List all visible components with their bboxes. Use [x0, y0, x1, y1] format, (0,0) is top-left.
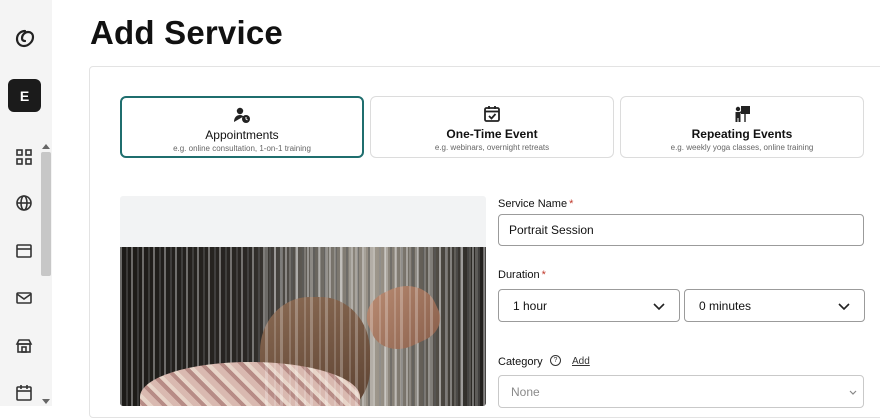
category-select[interactable]: None [498, 375, 864, 408]
chevron-down-icon [849, 390, 857, 395]
avatar-letter: E [19, 87, 30, 104]
left-rail: E [0, 0, 52, 406]
grid-icon[interactable] [13, 146, 35, 168]
service-photo [120, 247, 486, 406]
duration-minutes-select[interactable]: 0 minutes [684, 289, 865, 322]
scroll-up-arrow-icon[interactable] [42, 144, 50, 149]
category-label: Category [498, 356, 543, 368]
chevron-down-icon [653, 303, 665, 311]
rail-scroll-thumb[interactable] [41, 152, 51, 276]
service-type-title: Repeating Events [691, 127, 793, 141]
category-value: None [511, 384, 540, 399]
person-clock-icon [234, 107, 250, 123]
calendar-icon[interactable] [13, 382, 35, 404]
service-type-repeating-events[interactable]: Repeating Events e.g. weekly yoga classe… [620, 96, 864, 158]
service-type-title: One-Time Event [446, 127, 538, 141]
calendar-check-icon [484, 106, 500, 122]
service-type-subtitle: e.g. online consultation, 1-on-1 trainin… [173, 144, 311, 153]
service-type-title: Appointments [205, 128, 279, 142]
service-type-appointments[interactable]: Appointments e.g. online consultation, 1… [120, 96, 364, 158]
duration-label-text: Duration [498, 269, 540, 281]
required-mark: * [541, 269, 546, 281]
service-type-subtitle: e.g. weekly yoga classes, online trainin… [670, 143, 814, 152]
globe-icon[interactable] [13, 192, 35, 214]
avatar[interactable]: E [8, 79, 41, 112]
duration-label: Duration * [498, 269, 546, 281]
duration-hours-value: 1 hour [513, 298, 548, 313]
duration-hours-select[interactable]: 1 hour [498, 289, 680, 322]
required-mark: * [569, 198, 574, 210]
help-icon[interactable]: ? [550, 355, 561, 366]
chevron-down-icon [838, 303, 850, 311]
duration-minutes-value: 0 minutes [699, 298, 752, 313]
service-name-label-text: Service Name [498, 198, 568, 210]
add-category-link[interactable]: Add [572, 356, 590, 367]
browser-icon[interactable] [13, 240, 35, 262]
service-name-input[interactable] [498, 214, 864, 246]
service-type-subtitle: e.g. webinars, overnight retreats [434, 143, 550, 152]
scroll-down-arrow-icon[interactable] [42, 399, 50, 404]
presenter-icon [735, 106, 750, 122]
store-icon[interactable] [13, 335, 35, 357]
mail-icon[interactable] [13, 287, 35, 309]
service-type-one-time-event[interactable]: One-Time Event e.g. webinars, overnight … [370, 96, 614, 158]
service-image[interactable] [120, 196, 486, 406]
service-name-label: Service Name * [498, 198, 573, 210]
page-title: Add Service [90, 14, 283, 51]
logo-icon[interactable] [13, 27, 37, 51]
